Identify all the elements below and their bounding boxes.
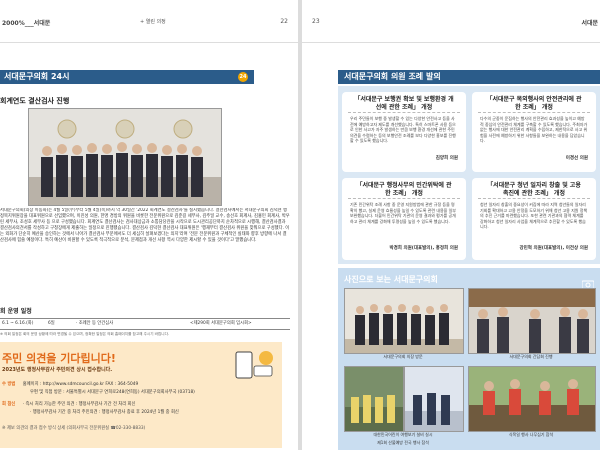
bill-card-body: 다수의 군중이 운집하는 행사의 안전관리 효과성을 높이고 예방적 중심의 안… [480, 116, 588, 144]
group-photo [28, 108, 222, 206]
callout-illustration [232, 346, 276, 380]
callout-row1-text: 홈페이지 : http://www.sdmcouncil.go.kr FAX :… [22, 382, 139, 387]
bill-card-author: 박경희 의원(대표발의), 홍정희 의원 [389, 246, 458, 251]
callout-row3-text: · 즉시 처리 가능한 주민 의견 : 행정사무감사 기간 전 처리 회신 [22, 402, 136, 407]
schedule-row: 6.1 ~ 6.16.(화) 6일 · 조례안 등 안건심사 <제290회 서대… [0, 318, 290, 330]
section-badge-icon: 24 [238, 72, 248, 82]
bill-card-body: 우리 주민들이 보행 중 발생할 수 있는 다양한 안전사고 등을 사전에 예방… [350, 116, 456, 144]
bill-card-author: 이경선 의원 [565, 156, 588, 161]
bill-card-body: 청년 일자리 창출의 중요성이 커짐에 따라 지역 청년들의 일자리 기회를 확… [480, 202, 588, 230]
bill-section-title: 서대문구의회 의원 조례 발의 [344, 72, 441, 81]
bill-card-title: 「서대문구 목외행사의 안전관리에 관한 조례」 개정 [478, 92, 590, 113]
left-section-title: 서대문구의회 24시 [4, 72, 70, 81]
left-header-section: + 열린 의정 [140, 19, 166, 25]
opinion-callout: 주민 의견을 기다립니다! 2023년도 행정사무감사 주민의견 상시 접수합니… [0, 342, 282, 448]
callout-row3-label: 회 참신 [2, 402, 16, 407]
bill-card: 「서대문구 청년 일자리 창출 및 고용 촉진에 관한 조례」 개정 청년 일자… [472, 178, 596, 260]
left-header: 2000%___서대문 + 열린 의정 22 [0, 0, 298, 43]
bill-card: 「서대문구 보행권 확보 및 보행환경 개선에 관한 조례」 개정 우리 주민들… [342, 92, 466, 172]
bill-card-title: 「서대문구 보행권 확보 및 보행환경 개선에 관한 조례」 개정 [348, 92, 460, 113]
group-photo-image [29, 109, 221, 205]
bill-card: 「서대문구 행정사무의 민간위탁에 관한 조례」 개정 기존 민간위탁 조례 사… [342, 178, 466, 260]
left-subtitle: 회계연도 결산검사 진행 [0, 97, 70, 105]
gallery-photo [404, 366, 464, 432]
callout-row-1: 수 방법 홈페이지 : http://www.sdmcouncil.go.kr … [2, 382, 280, 388]
callout-subtitle: 2023년도 행정사무감사 주민의견 상시 접수합니다. [2, 367, 113, 373]
schedule-note: ※ 의회 일정은 회의 운영 상황에 따라 변경될 수 있으며, 정확한 일정은… [0, 332, 170, 336]
gallery-photo [468, 366, 596, 432]
right-header: 23 서대문 [302, 0, 600, 43]
phone-chat-icon [235, 351, 273, 379]
photo-caption: 제1회 산불예방 전국 행사 참석 [377, 440, 429, 445]
left-page: 2000%___서대문 + 열린 의정 22 서대문구의회 24시 24 회계연… [0, 0, 298, 450]
photo-caption: 서대문구의회 의장 방문 [383, 354, 423, 359]
gallery-photo [468, 288, 596, 354]
right-header-brand: 서대문 [581, 20, 598, 27]
callout-row-3: 회 참신 · 즉시 처리 가능한 주민 의견 : 행정사무감사 기간 전 처리 … [2, 402, 280, 408]
callout-row-2: 우편 및 직접 방문 : 서울특별시 서대문구 연희로248(연희동) 서대문구… [30, 390, 195, 395]
bill-section-band: 서대문구의회 의원 조례 발의 [338, 70, 600, 84]
bill-card-body: 기존 민간위탁 조례 사항 중 운영 지원방법에 관한 규정 등을 명확히 했고… [350, 202, 456, 224]
bill-card-author: 강민혁 의원(대표발의), 이전상 의원 [519, 246, 588, 251]
photo-section: 사진으로 보는 서대문구의회 서대문구의회 의장 방문 서대문구의회 간담회 진… [338, 268, 600, 450]
photo-caption: 서대문구의회 간담회 진행 [509, 354, 553, 359]
left-header-brand: 2000%___서대문 [2, 20, 51, 27]
schedule-session: <제290회 서대문구의회 임시회> [190, 321, 252, 326]
left-page-number: 22 [280, 18, 288, 25]
photo-caption: 식목일 행사 나무심기 참석 [508, 432, 554, 437]
bill-card-title: 「서대문구 청년 일자리 창출 및 고용 촉진에 관한 조례」 개정 [478, 178, 590, 199]
schedule-detail: · 조례안 등 안건심사 [76, 321, 114, 326]
left-section-band: 서대문구의회 24시 24 [0, 70, 254, 84]
callout-title: 주민 의견을 기다립니다! [2, 352, 116, 365]
schedule-days: 6일 [48, 321, 55, 326]
left-body-text: 서대문구의회(의장 이동화)는 4월 5일(수)부터 5월 4일(목)까지 약 … [0, 208, 290, 243]
schedule-period: 6.1 ~ 6.16.(화) [2, 321, 34, 326]
bill-card-author: 김양희 의원 [435, 156, 458, 161]
callout-footer: ※ 제보 의견의 결과 접수 방식 상세 (의회사무국 전문위원실 ☎02-33… [2, 426, 146, 431]
bill-card-title: 「서대문구 행정사무의 민간위탁에 관한 조례」 개정 [348, 178, 460, 199]
photo-section-title: 사진으로 보는 서대문구의회 [344, 275, 438, 284]
callout-row1-label: 수 방법 [2, 382, 16, 387]
right-page-number: 23 [312, 18, 320, 25]
photo-caption: 대한민국어린이 여행보기 설비 실시 [373, 432, 433, 437]
bill-cards-panel: 「서대문구 보행권 확보 및 보행환경 개선에 관한 조례」 개정 우리 주민들… [338, 86, 600, 264]
gallery-photo [344, 288, 464, 354]
schedule-title: 회 운영 일정 [0, 308, 32, 315]
gallery-photo [344, 366, 404, 432]
right-page: 23 서대문 서대문구의회 의원 조례 발의 「서대문구 보행권 확보 및 보행… [302, 0, 600, 450]
callout-row-4: · 행정사무감사 기간 중 처리 주민의견 : 행정사무감사 종료 후 2024… [30, 410, 179, 415]
bill-card: 「서대문구 목외행사의 안전관리에 관한 조례」 개정 다수의 군중이 운집하는… [472, 92, 596, 172]
